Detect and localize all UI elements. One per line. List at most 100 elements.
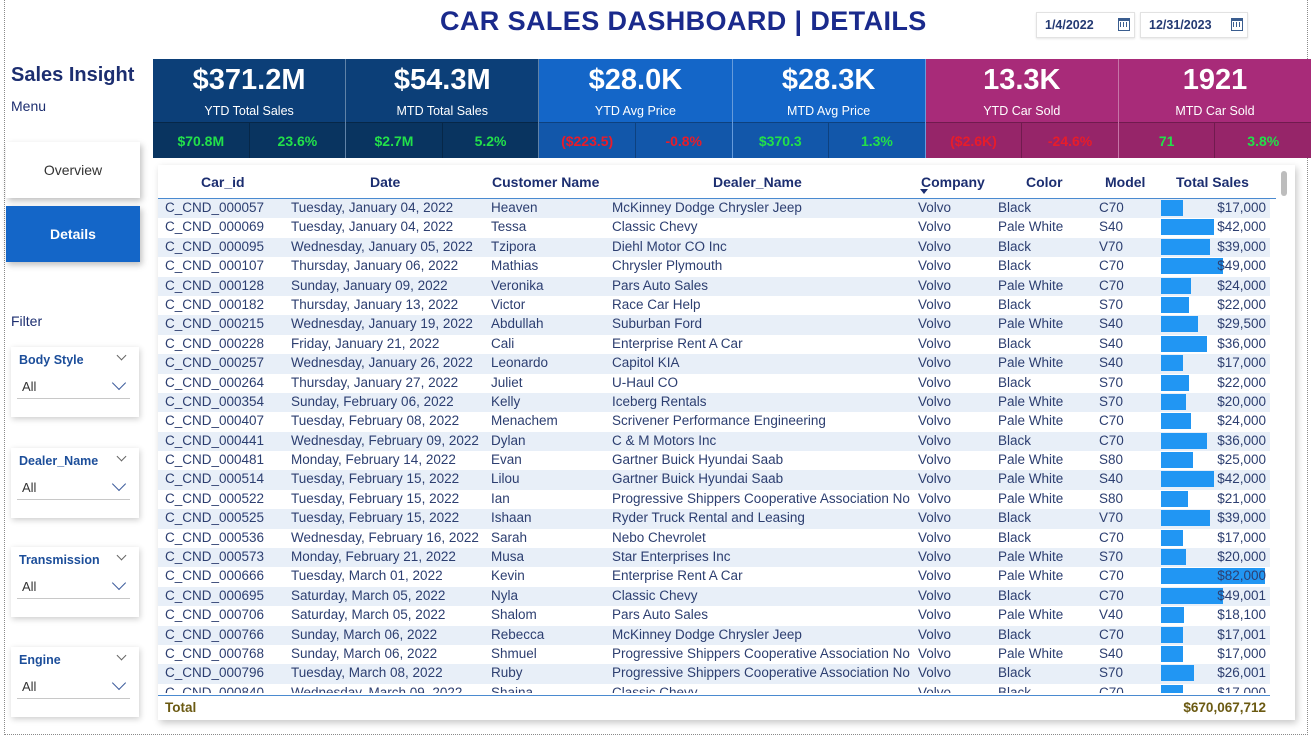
column-header-company[interactable]: Company: [921, 174, 985, 190]
table-row[interactable]: C_CND_000407 Tuesday, February 08, 2022 Me…: [158, 412, 1270, 431]
cell-color: Black: [998, 665, 1032, 681]
cell-car-id: C_CND_000128: [165, 277, 265, 293]
table-row[interactable]: C_CND_000573 Monday, February 21, 2022 Mus…: [158, 548, 1270, 568]
table-row[interactable]: C_CND_000257 Wednesday, January 26, 2022 L…: [158, 354, 1270, 374]
chevron-down-icon[interactable]: [116, 451, 127, 462]
cell-date: Tuesday, March 08, 2022: [291, 665, 443, 681]
kpi-label: YTD Avg Price: [594, 104, 676, 118]
cell-total-sales: $17,000: [1217, 529, 1266, 545]
cell-car-id: C_CND_000536: [165, 529, 265, 545]
dealer-name-dropdown[interactable]: All: [17, 476, 130, 500]
table-row[interactable]: C_CND_000695 Saturday, March 05, 2022 Nyla…: [158, 586, 1270, 607]
cell-model: C70: [1099, 200, 1124, 215]
sales-data-bar: [1161, 355, 1183, 372]
table-row[interactable]: C_CND_000706 Saturday, March 05, 2022 Shal…: [158, 606, 1270, 625]
cell-car-id: C_CND_000796: [165, 665, 265, 681]
table-row[interactable]: C_CND_000522 Tuesday, February 15, 2022 Ia…: [158, 490, 1270, 509]
table-row[interactable]: C_CND_000766 Sunday, March 06, 2022 Rebecc…: [158, 625, 1270, 645]
cell-total-sales: $20,000: [1217, 549, 1266, 565]
table-row[interactable]: C_CND_000354 Sunday, February 06, 2022 Kel…: [158, 392, 1270, 413]
cell-model: C70: [1099, 258, 1124, 274]
cell-total-sales: $18,100: [1217, 607, 1266, 623]
slicer-title: Dealer_Name: [19, 454, 99, 468]
table-row[interactable]: C_CND_000441 Wednesday, February 09, 2022…: [158, 431, 1270, 452]
cell-total-sales: $49,001: [1217, 587, 1266, 603]
cell-customer-name: Shaina: [491, 684, 534, 693]
table-row[interactable]: C_CND_000215 Wednesday, January 19, 2022 A…: [158, 315, 1270, 335]
table-row[interactable]: C_CND_000796 Tuesday, March 08, 2022 Ruby P…: [158, 664, 1270, 684]
cell-total-sales: $36,000: [1217, 432, 1266, 448]
column-header-customer-name[interactable]: Customer Name: [492, 174, 599, 190]
column-header-car-id[interactable]: Car_id: [201, 174, 245, 190]
table-row[interactable]: C_CND_000525 Tuesday, February 15, 2022 Is…: [158, 509, 1270, 529]
cell-car-id: C_CND_000768: [165, 645, 265, 661]
table-row[interactable]: C_CND_000481 Monday, February 14, 2022 Eva…: [158, 451, 1270, 470]
cell-company: Volvo: [918, 510, 952, 526]
table-row[interactable]: C_CND_000666 Tuesday, March 01, 2022 Kevin…: [158, 567, 1270, 586]
cell-company: Volvo: [918, 258, 952, 274]
cell-customer-name: Shmuel: [491, 645, 537, 661]
table-row[interactable]: C_CND_000840 Wednesday, March 09, 2022 Sha…: [158, 684, 1270, 693]
table-row[interactable]: C_CND_000264 Thursday, January 27, 2022 Ju…: [158, 374, 1270, 393]
cell-date: Monday, February 14, 2022: [291, 452, 456, 468]
cell-color: Black: [998, 510, 1032, 526]
table-row[interactable]: C_CND_000069 Tuesday, January 04, 2022 Tes…: [158, 218, 1270, 237]
vertical-scrollbar[interactable]: [1281, 171, 1287, 196]
chevron-down-icon[interactable]: [116, 350, 127, 361]
body-style-dropdown[interactable]: All: [17, 375, 130, 399]
cell-total-sales: $17,000: [1217, 645, 1266, 661]
table-row[interactable]: C_CND_000182 Thursday, January 13, 2022 Vi…: [158, 296, 1270, 315]
sales-data-bar: [1161, 316, 1198, 333]
chevron-down-icon[interactable]: [116, 650, 127, 661]
table-row[interactable]: C_CND_000514 Tuesday, February 15, 2022 Li…: [158, 470, 1270, 490]
brand-title: Sales Insight: [11, 64, 135, 86]
column-header-color[interactable]: Color: [1026, 174, 1063, 190]
nav-overview-button[interactable]: Overview: [6, 142, 140, 198]
kpi-delta-value: $2.7M: [374, 132, 414, 149]
kpi-ytd-total-sales: $371.2M YTD Total Sales $70.8M 23.6%: [153, 59, 347, 158]
cell-customer-name: Rebecca: [491, 626, 545, 642]
cell-customer-name: Tzipora: [491, 238, 537, 254]
cell-color: Black: [998, 432, 1032, 448]
table-row[interactable]: C_CND_000228 Friday, January 21, 2022 Cali…: [158, 335, 1270, 354]
cell-color: Black: [998, 335, 1032, 351]
cell-date: Thursday, January 27, 2022: [291, 374, 459, 390]
column-header-total-sales[interactable]: Total Sales: [1176, 174, 1249, 190]
cell-color: Black: [998, 684, 1032, 693]
engine-dropdown[interactable]: All: [17, 675, 130, 699]
table-row[interactable]: C_CND_000057 Tuesday, January 04, 2022 Hea…: [158, 199, 1270, 219]
cell-customer-name: Sarah: [491, 529, 528, 545]
cell-total-sales: $36,000: [1217, 335, 1266, 351]
cell-date: Friday, January 21, 2022: [291, 335, 440, 351]
column-header-date[interactable]: Date: [370, 174, 400, 190]
cell-total-sales: $17,000: [1217, 355, 1266, 371]
table-row[interactable]: C_CND_000095 Wednesday, January 05, 2022 T…: [158, 237, 1270, 258]
cell-customer-name: Ian: [491, 490, 510, 506]
kpi-delta-value: $370.3: [758, 132, 802, 149]
sales-data-bar: [1161, 549, 1186, 566]
cell-dealer-name: Iceberg Rentals: [612, 393, 707, 409]
chevron-down-icon[interactable]: [116, 550, 127, 561]
kpi-delta-pct: -0.8%: [634, 123, 732, 158]
start-date-picker[interactable]: 1/4/2022: [1036, 12, 1135, 38]
cell-customer-name: Cali: [491, 335, 515, 351]
table-row[interactable]: C_CND_000768 Sunday, March 06, 2022 Shmuel…: [158, 645, 1270, 664]
nav-details-button[interactable]: Details: [6, 206, 140, 262]
details-table: Car_id Date Customer Name Dealer_Name Co…: [158, 165, 1295, 720]
cell-car-id: C_CND_000215: [165, 316, 265, 332]
calendar-icon[interactable]: [1231, 18, 1243, 31]
cell-date: Thursday, January 13, 2022: [291, 296, 459, 312]
cell-color: Pale White: [998, 355, 1064, 371]
cell-car-id: C_CND_000228: [165, 335, 265, 351]
transmission-dropdown[interactable]: All: [17, 575, 130, 599]
chevron-down-icon: [111, 476, 127, 492]
column-header-model[interactable]: Model: [1105, 174, 1145, 190]
table-row[interactable]: C_CND_000128 Sunday, January 09, 2022 Vero…: [158, 276, 1270, 296]
end-date-picker[interactable]: 12/31/2023: [1140, 12, 1248, 38]
cell-company: Volvo: [918, 219, 952, 235]
column-header-dealer-name[interactable]: Dealer_Name: [713, 174, 802, 190]
table-row[interactable]: C_CND_000107 Thursday, January 06, 2022 Ma…: [158, 257, 1270, 276]
cell-color: Pale White: [998, 413, 1064, 429]
calendar-icon[interactable]: [1118, 18, 1130, 31]
table-row[interactable]: C_CND_000536 Wednesday, February 16, 2022…: [158, 529, 1270, 548]
